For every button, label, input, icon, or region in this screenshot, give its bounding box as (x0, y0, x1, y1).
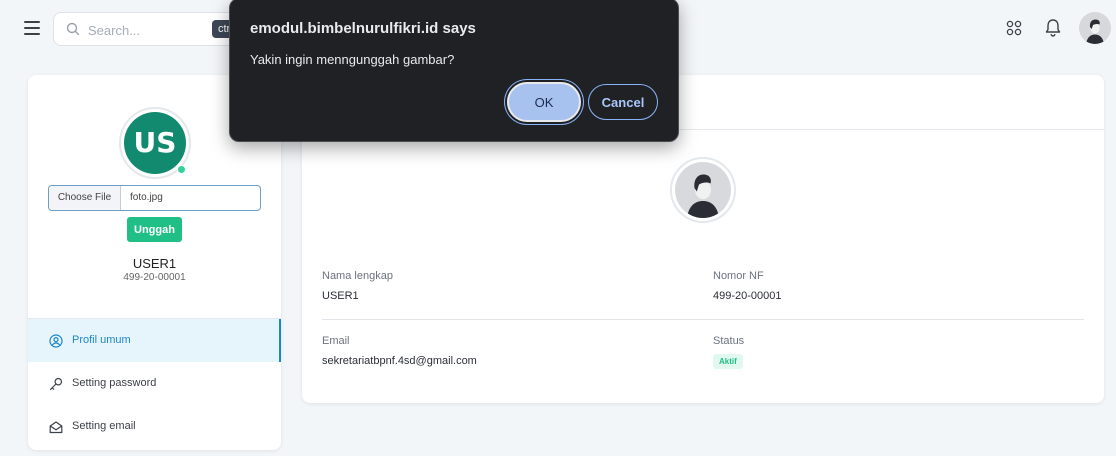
file-upload-field[interactable]: Choose File foto.jpg (48, 185, 261, 211)
menu-item-setting-password[interactable]: Setting password (28, 362, 281, 405)
upload-button[interactable]: Unggah (127, 217, 182, 242)
dialog-title: emodul.bimbelnurulfikri.id says (250, 20, 476, 37)
field-label-status: Status (713, 335, 745, 347)
user-avatar[interactable] (1079, 12, 1111, 44)
user-circle-icon (49, 334, 63, 348)
menu-item-label: Setting password (72, 377, 157, 389)
menu-item-setting-email[interactable]: Setting email (28, 405, 281, 448)
apps-grid-icon[interactable] (1006, 20, 1022, 36)
selected-file-name: foto.jpg (130, 192, 163, 203)
user-name: USER1 (132, 256, 177, 271)
person-avatar-icon (687, 174, 719, 218)
field-value-email: sekretariatbpnf.4sd@gmail.com (322, 355, 477, 367)
search-box[interactable]: ctrl (53, 12, 243, 46)
hamburger-menu-icon[interactable] (24, 21, 40, 35)
avatar-initials: US (124, 112, 186, 174)
confirm-dialog: emodul.bimbelnurulfikri.id says Yakin in… (229, 0, 679, 142)
cancel-button[interactable]: Cancel (588, 84, 658, 120)
divider (322, 319, 1084, 320)
field-label-nf: Nomor NF (713, 270, 764, 282)
profile-avatar: US (119, 107, 191, 179)
dialog-message: Yakin ingin menngunggah gambar? (250, 52, 455, 67)
choose-file-button[interactable]: Choose File (49, 186, 121, 210)
field-value-nf: 499-20-00001 (713, 290, 782, 302)
menu-item-label: Setting email (72, 420, 136, 432)
menu-item-profil-umum[interactable]: Profil umum (28, 319, 281, 362)
key-icon (49, 377, 63, 391)
mail-open-icon (49, 421, 63, 434)
field-label-name: Nama lengkap (322, 270, 393, 282)
search-input[interactable] (88, 20, 218, 40)
user-id: 499-20-00001 (123, 272, 186, 283)
bell-icon[interactable] (1044, 18, 1062, 38)
online-status-dot (177, 165, 186, 174)
person-avatar-icon (1086, 19, 1104, 44)
ok-button[interactable]: OK (507, 82, 581, 122)
search-icon (66, 22, 80, 36)
status-badge: Aktif (713, 354, 743, 369)
profile-picture (670, 157, 736, 223)
menu-item-label: Profil umum (72, 334, 131, 346)
field-label-email: Email (322, 335, 350, 347)
field-value-name: USER1 (322, 290, 359, 302)
